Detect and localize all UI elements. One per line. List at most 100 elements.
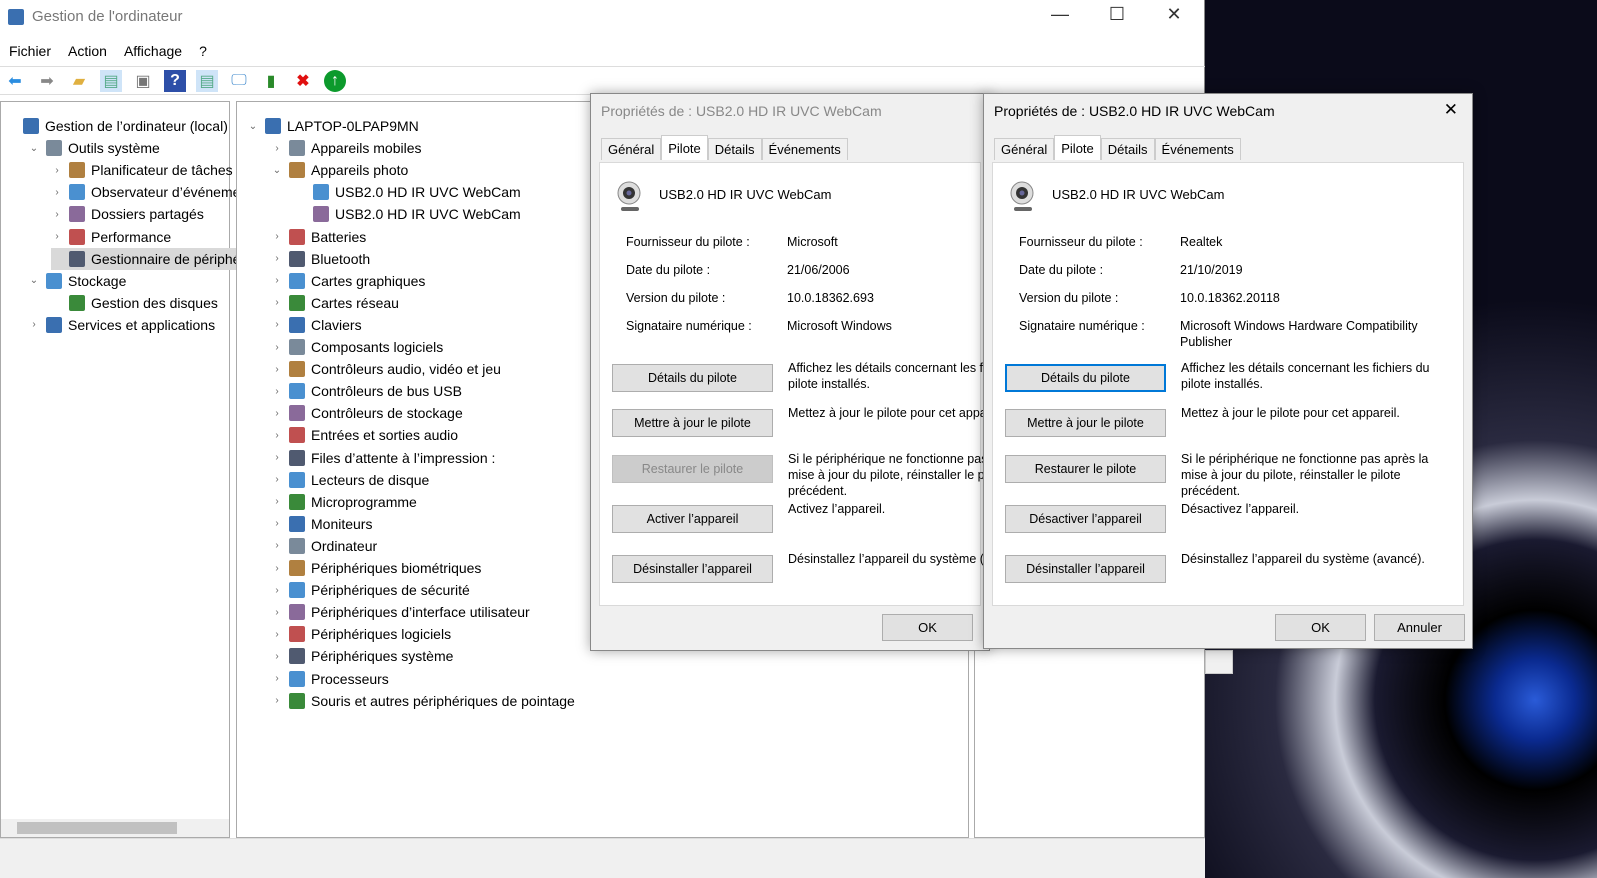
tree-item[interactable]: › Appareils mobiles <box>271 137 422 159</box>
tree-item[interactable]: › Lecteurs de disque <box>271 469 429 491</box>
tree-item[interactable]: › Services et applications <box>28 314 215 336</box>
update-driver-icon[interactable]: ▮ <box>260 70 282 92</box>
tab-details[interactable]: Détails <box>707 138 762 160</box>
dialog-close-button[interactable]: ✕ <box>1444 100 1458 120</box>
tab-details[interactable]: Détails <box>1100 138 1155 160</box>
expand-chevron-icon[interactable]: › <box>271 364 283 375</box>
tree-item[interactable]: › Contrôleurs de bus USB <box>271 380 462 402</box>
expand-chevron-icon[interactable]: › <box>271 563 283 574</box>
expand-chevron-icon[interactable]: › <box>271 319 283 330</box>
expand-chevron-icon[interactable]: ⌄ <box>271 165 283 176</box>
uninstall-icon[interactable]: ✖ <box>292 70 314 92</box>
minimize-button[interactable]: — <box>1037 4 1083 25</box>
tree-item[interactable]: › Batteries <box>271 226 366 248</box>
expand-chevron-icon[interactable]: › <box>271 408 283 419</box>
tree-item[interactable]: › Performance <box>51 226 171 248</box>
tree-item[interactable]: ⌄ Stockage <box>28 270 126 292</box>
disable-device-button[interactable]: Désactiver l’appareil <box>1005 505 1166 533</box>
expand-chevron-icon[interactable]: › <box>51 187 63 198</box>
expand-chevron-icon[interactable]: › <box>271 695 283 706</box>
tree-item[interactable]: ⌄ Outils système <box>28 137 160 159</box>
expand-chevron-icon[interactable]: › <box>51 209 63 220</box>
tree-item[interactable]: › Cartes réseau <box>271 292 399 314</box>
expand-chevron-icon[interactable]: › <box>271 275 283 286</box>
tree-item[interactable]: › Périphériques de sécurité <box>271 579 470 601</box>
expand-chevron-icon[interactable]: › <box>271 607 283 618</box>
tab-pilote[interactable]: Pilote <box>661 135 708 160</box>
expand-chevron-icon[interactable]: ⌄ <box>28 275 40 286</box>
tree-item[interactable]: › Files d’attente à l’impression : <box>271 447 495 469</box>
expand-chevron-icon[interactable]: › <box>51 165 63 176</box>
show-hide-action-icon[interactable]: ▤ <box>196 69 218 92</box>
expand-chevron-icon[interactable]: › <box>28 319 40 330</box>
close-button[interactable]: ✕ <box>1151 4 1197 25</box>
tab-general[interactable]: Général <box>994 138 1055 160</box>
expand-chevron-icon[interactable]: › <box>271 651 283 662</box>
uninstall-device-button[interactable]: Désinstaller l’appareil <box>1005 555 1166 583</box>
expand-chevron-icon[interactable]: › <box>271 585 283 596</box>
tree-item[interactable]: › Claviers <box>271 314 362 336</box>
tree-item[interactable]: Gestion de l’ordinateur (local) <box>5 115 228 137</box>
menu-action[interactable]: Action <box>68 43 107 59</box>
tree-item[interactable]: USB2.0 HD IR UVC WebCam <box>295 181 521 203</box>
expand-chevron-icon[interactable]: › <box>271 673 283 684</box>
tree-item[interactable]: › Contrôleurs de stockage <box>271 402 463 424</box>
expand-chevron-icon[interactable]: › <box>271 231 283 242</box>
enable-icon[interactable]: ↑ <box>324 69 346 92</box>
maximize-button[interactable]: ☐ <box>1094 4 1140 25</box>
tree-item[interactable]: › Périphériques système <box>271 645 453 667</box>
tree-item[interactable]: › Périphériques biométriques <box>271 557 481 579</box>
up-folder-icon[interactable]: ▰ <box>68 70 90 92</box>
expand-chevron-icon[interactable]: › <box>271 386 283 397</box>
show-hide-tree-icon[interactable]: ▤ <box>100 69 122 92</box>
tab-evenements[interactable]: Événements <box>761 138 848 160</box>
horizontal-scrollbar[interactable] <box>1 819 229 837</box>
tree-item[interactable]: › Entrées et sorties audio <box>271 424 458 446</box>
update-driver-button[interactable]: Mettre à jour le pilote <box>612 409 773 437</box>
tree-item[interactable]: › Souris et autres périphériques de point… <box>271 690 575 712</box>
tree-item[interactable]: › Microprogramme <box>271 491 417 513</box>
menu-fichier[interactable]: Fichier <box>9 43 51 59</box>
expand-chevron-icon[interactable]: › <box>271 452 283 463</box>
tree-item[interactable]: › Ordinateur <box>271 535 377 557</box>
expand-chevron-icon[interactable]: › <box>271 540 283 551</box>
tree-item[interactable]: › Dossiers partagés <box>51 203 204 225</box>
tree-item[interactable]: USB2.0 HD IR UVC WebCam <box>295 203 521 225</box>
tree-item[interactable]: Gestion des disques <box>51 292 218 314</box>
tree-item[interactable]: › Moniteurs <box>271 513 372 535</box>
tree-item[interactable]: › Bluetooth <box>271 248 370 270</box>
tree-item[interactable]: › Planificateur de tâches <box>51 159 233 181</box>
rollback-driver-button[interactable]: Restaurer le pilote <box>612 455 773 483</box>
expand-chevron-icon[interactable]: › <box>271 430 283 441</box>
update-driver-button[interactable]: Mettre à jour le pilote <box>1005 409 1166 437</box>
properties-icon[interactable]: ▣ <box>132 70 154 92</box>
cancel-button[interactable]: Annuler <box>1374 614 1465 641</box>
tree-item[interactable]: › Contrôleurs audio, vidéo et jeu <box>271 358 501 380</box>
expand-chevron-icon[interactable]: › <box>271 496 283 507</box>
tree-item[interactable]: › Cartes graphiques <box>271 270 425 292</box>
expand-chevron-icon[interactable]: ⌄ <box>28 143 40 154</box>
back-icon[interactable]: ⬅ <box>4 70 26 92</box>
expand-chevron-icon[interactable]: › <box>51 231 63 242</box>
forward-icon[interactable]: ➡ <box>36 70 58 92</box>
expand-chevron-icon[interactable]: › <box>271 518 283 529</box>
tree-item[interactable]: ⌄ LAPTOP-0LPAP9MN <box>247 115 419 137</box>
tab-evenements[interactable]: Événements <box>1154 138 1241 160</box>
ok-button[interactable]: OK <box>1275 614 1366 641</box>
expand-chevron-icon[interactable]: ⌄ <box>247 121 259 132</box>
expand-chevron-icon[interactable]: › <box>271 253 283 264</box>
expand-chevron-icon[interactable]: › <box>271 342 283 353</box>
menu-affichage[interactable]: Affichage <box>124 43 182 59</box>
driver-details-button[interactable]: Détails du pilote <box>1005 364 1166 392</box>
rollback-driver-button[interactable]: Restaurer le pilote <box>1005 455 1166 483</box>
tree-item[interactable]: › Processeurs <box>271 668 389 690</box>
ok-button[interactable]: OK <box>882 614 973 641</box>
expand-chevron-icon[interactable]: › <box>271 297 283 308</box>
tree-item[interactable]: › Observateur d’événements <box>51 181 259 203</box>
tab-general[interactable]: Général <box>601 138 662 160</box>
enable-device-button[interactable]: Activer l’appareil <box>612 505 773 533</box>
tree-item[interactable]: › Périphériques d’interface utilisateur <box>271 601 530 623</box>
scrollbar-thumb[interactable] <box>17 822 177 834</box>
tab-pilote[interactable]: Pilote <box>1054 135 1101 160</box>
tree-item[interactable]: › Périphériques logiciels <box>271 623 451 645</box>
